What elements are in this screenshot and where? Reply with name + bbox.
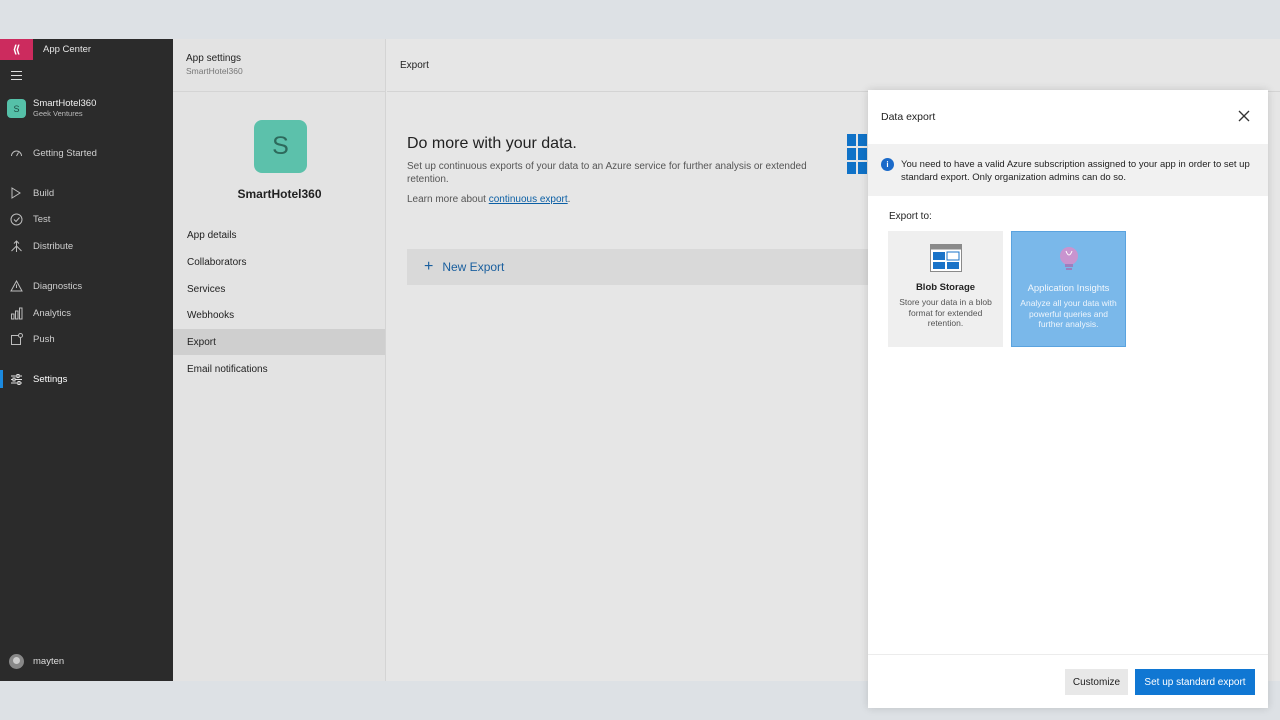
panel-footer: Customize Set up standard export: [868, 654, 1268, 708]
panel-title: Data export: [881, 111, 936, 123]
settings-title: App settings: [186, 53, 242, 64]
app-name: SmartHotel360: [33, 98, 97, 109]
data-export-panel: Data export i You need to have a valid A…: [868, 90, 1268, 708]
card-title: Blob Storage: [915, 282, 976, 293]
warning-icon: [9, 279, 23, 293]
nav-item-label: Push: [33, 333, 55, 345]
nav-item-diagnostics[interactable]: Diagnostics: [0, 275, 173, 297]
info-icon: i: [881, 158, 894, 171]
continuous-export-link[interactable]: continuous export: [489, 194, 568, 205]
settings-subtitle: SmartHotel360: [186, 66, 243, 76]
application-insights-card[interactable]: Application Insights Analyze all your da…: [1011, 231, 1126, 347]
bar-chart-icon: [9, 306, 23, 320]
export-illustration-icon: [847, 134, 869, 174]
close-icon[interactable]: [1236, 108, 1252, 124]
nav-item-push[interactable]: Push: [0, 328, 173, 350]
distribute-icon: [9, 239, 23, 253]
app-center-logo-icon: ⟪: [0, 39, 33, 60]
app-switcher[interactable]: S SmartHotel360 Geek Ventures: [7, 98, 96, 119]
org-name: Geek Ventures: [33, 109, 83, 118]
speedometer-icon: [9, 146, 23, 160]
settings-item-export[interactable]: Export: [173, 329, 385, 355]
learn-more-suffix: .: [567, 194, 571, 205]
info-message-bar: i You need to have a valid Azure subscri…: [868, 144, 1268, 196]
promo-description: Set up continuous exports of your data t…: [407, 161, 807, 185]
nav-item-label: Settings: [33, 373, 68, 385]
push-icon: [9, 332, 23, 346]
user-avatar: [9, 654, 24, 669]
nav-item-label: Diagnostics: [33, 280, 83, 292]
card-description: Analyze all your data with powerful quer…: [1020, 298, 1117, 329]
nav-item-test[interactable]: Test: [0, 208, 173, 230]
play-icon: [9, 186, 23, 200]
info-message: You need to have a valid Azure subscript…: [901, 159, 1250, 183]
card-description: Store your data in a blob format for ext…: [899, 297, 992, 328]
nav-item-label: Analytics: [33, 307, 72, 319]
app-avatar: S: [7, 99, 26, 118]
settings-item-email-notifications[interactable]: Email notifications: [173, 356, 385, 382]
learn-more-text: Learn more about continuous export.: [407, 194, 570, 205]
learn-more-prefix: Learn more about: [407, 194, 489, 205]
user-profile[interactable]: mayten: [9, 654, 64, 669]
page-title: Export: [387, 39, 1280, 92]
nav-item-label: Build: [33, 187, 55, 199]
settings-item-collaborators[interactable]: Collaborators: [173, 249, 385, 275]
app-avatar-large: S: [254, 120, 307, 173]
user-name: mayten: [33, 656, 65, 667]
plus-icon: +: [424, 258, 434, 275]
settings-item-webhooks[interactable]: Webhooks: [173, 302, 385, 328]
settings-item-app-details[interactable]: App details: [173, 222, 385, 248]
settings-item-services[interactable]: Services: [173, 276, 385, 302]
nav-item-label: Getting Started: [33, 147, 97, 159]
set-up-standard-export-button[interactable]: Set up standard export: [1135, 669, 1255, 695]
nav-item-label: Distribute: [33, 240, 74, 252]
settings-column: App settings SmartHotel360 S SmartHotel3…: [173, 39, 386, 681]
customize-button[interactable]: Customize: [1065, 669, 1128, 695]
nav-item-label: Test: [33, 213, 51, 225]
export-to-label: Export to:: [889, 211, 932, 222]
left-nav: ⟪ App Center S SmartHotel360 Geek Ventur…: [0, 39, 173, 681]
app-window: ⟪ App Center S SmartHotel360 Geek Ventur…: [0, 39, 1280, 708]
sliders-icon: [9, 372, 23, 386]
brand-name: App Center: [43, 44, 92, 55]
nav-item-analytics[interactable]: Analytics: [0, 302, 173, 324]
nav-item-build[interactable]: Build: [0, 182, 173, 204]
promo-title: Do more with your data.: [407, 135, 577, 152]
blob-storage-icon: [929, 244, 962, 272]
nav-item-settings[interactable]: Settings: [0, 368, 173, 390]
nav-item-distribute[interactable]: Distribute: [0, 235, 173, 257]
lightbulb-icon: [1053, 245, 1085, 273]
new-export-label: New Export: [442, 260, 505, 274]
new-export-button[interactable]: + New Export: [407, 249, 877, 285]
hamburger-menu-icon[interactable]: [11, 71, 22, 83]
settings-header: App settings SmartHotel360: [173, 39, 385, 92]
settings-app-name: SmartHotel360: [237, 187, 322, 201]
checkmark-circle-icon: [9, 212, 23, 226]
card-title: Application Insights: [1027, 283, 1110, 294]
nav-item-getting-started[interactable]: Getting Started: [0, 142, 173, 164]
brand-bar[interactable]: ⟪ App Center: [0, 39, 173, 60]
blob-storage-card[interactable]: Blob Storage Store your data in a blob f…: [888, 231, 1003, 347]
